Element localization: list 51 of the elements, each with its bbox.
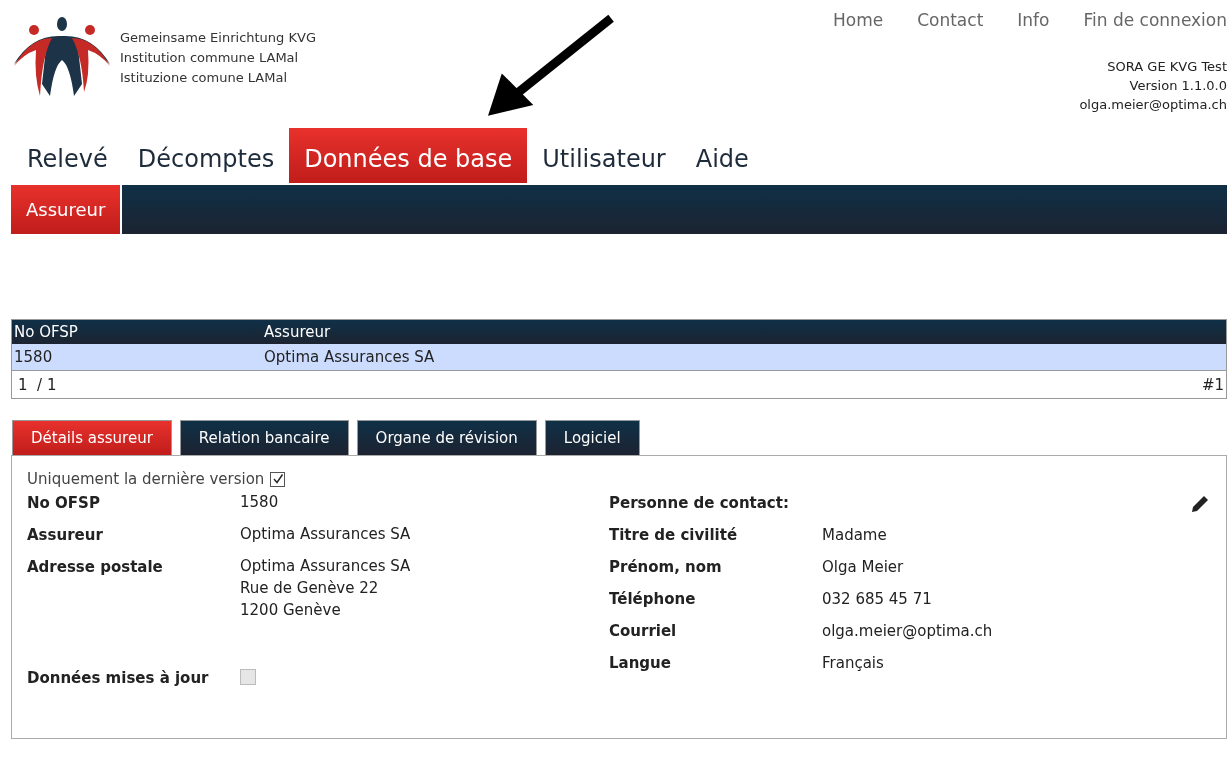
main-nav-tab[interactable]: Données de base	[289, 128, 528, 183]
detail-tab[interactable]: Relation bancaire	[179, 420, 349, 455]
field-label: Langue	[609, 654, 672, 674]
field-value: olga.meier@optima.ch	[822, 622, 993, 642]
top-nav-link[interactable]: Fin de connexion	[1083, 10, 1227, 30]
version-checkbox[interactable]	[270, 471, 286, 487]
main-nav-tab[interactable]: Relevé	[12, 128, 123, 183]
app-info-text: olga.meier@optima.ch	[1079, 96, 1227, 114]
record-count: #1	[1201, 375, 1224, 394]
table-cell: Optima Assurances SA	[264, 348, 435, 366]
organisation-name: Gemeinsame Einrichtung KVG	[120, 29, 316, 47]
field-value: Olga Meier	[822, 558, 904, 578]
field-value: Français	[822, 654, 884, 674]
top-nav-link[interactable]: Info	[1017, 10, 1050, 30]
logo-icon	[12, 16, 112, 98]
top-nav-link[interactable]: Home	[832, 10, 884, 30]
column-header: Assureur	[264, 323, 331, 341]
sub-nav-tab[interactable]: Assureur	[11, 185, 123, 234]
field-value: Optima Assurances SA	[240, 556, 411, 577]
field-value: 1580	[240, 492, 279, 513]
column-header: No OFSP	[13, 323, 79, 341]
filter-label: Uniquement la dernière version	[27, 470, 265, 488]
app-info-text: Version 1.1.0.0	[1129, 77, 1227, 95]
field-value: 1200 Genève	[240, 600, 342, 621]
organisation-name: Institution commune LAMal	[120, 49, 300, 67]
field-label: No OFSP	[27, 494, 101, 514]
field-label: Données mises à jour	[27, 669, 210, 689]
field-label: Téléphone	[609, 590, 697, 610]
detail-tab[interactable]: Détails assureur	[12, 420, 172, 455]
main-nav-tab[interactable]: Décomptes	[122, 128, 290, 183]
field-label: Assureur	[27, 526, 104, 546]
field-value: Rue de Genève 22	[240, 578, 380, 599]
main-nav-tab[interactable]: Aide	[680, 128, 764, 183]
page-indicator: 1 / 1	[18, 375, 57, 394]
table-cell-text: 1580	[13, 348, 54, 366]
field-label: Prénom, nom	[609, 558, 723, 578]
field-label: Adresse postale	[27, 558, 164, 578]
table-row[interactable]: 1580 Optima Assurances SA	[12, 344, 1226, 371]
top-nav-link[interactable]: Contact	[917, 10, 984, 30]
edit-icon[interactable]	[1190, 494, 1210, 514]
detail-tab[interactable]: Logiciel	[544, 420, 640, 455]
detail-tab[interactable]: Organe de révision	[356, 420, 537, 455]
app-info-text: SORA GE KVG Test	[1107, 58, 1227, 76]
section-title: Personne de contact:	[609, 494, 789, 514]
field-value: Madame	[822, 526, 887, 546]
organisation-name: Istituzione comune LAMal	[120, 69, 288, 87]
field-label: Courriel	[609, 622, 678, 642]
field-label: Titre de civilité	[609, 526, 739, 546]
field-value: 032 685 45 71	[822, 590, 932, 610]
main-nav-tab[interactable]: Utilisateur	[527, 128, 681, 183]
field-value: Optima Assurances SA	[240, 524, 411, 545]
